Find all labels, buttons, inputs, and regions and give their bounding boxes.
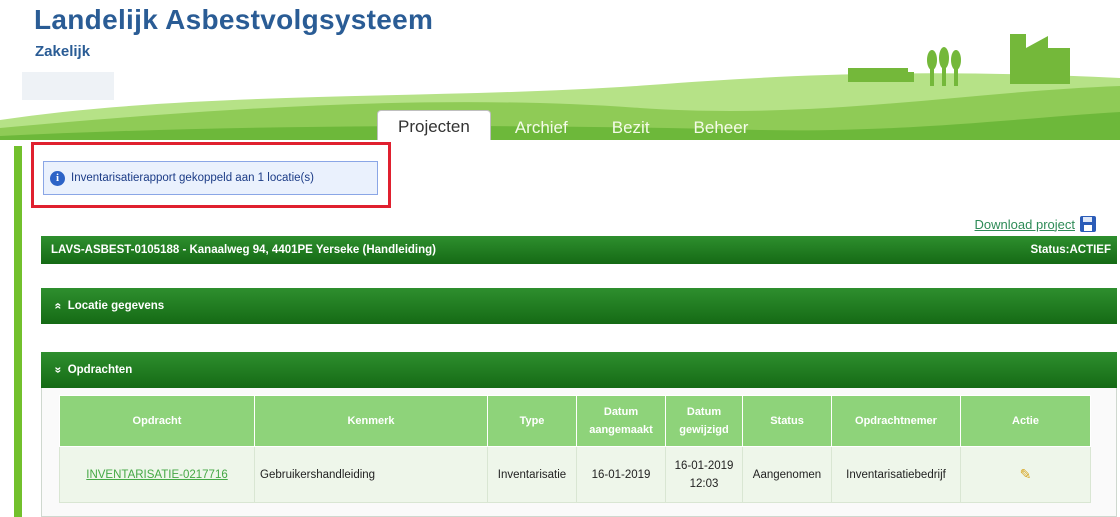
- status-cell: Aangenomen: [742, 446, 832, 503]
- tab-bezit[interactable]: Bezit: [592, 112, 670, 140]
- column-header-opdracht: Opdracht: [59, 395, 255, 447]
- column-header-kenmerk: Kenmerk: [254, 395, 488, 447]
- app-subtitle: Zakelijk: [35, 43, 91, 60]
- section-locatie-label: Locatie gegevens: [67, 300, 165, 312]
- datum-gewijzigd-cell: 16-01-2019 12:03: [665, 446, 743, 503]
- opdrachtnemer-cell: Inventarisatiebedrijf: [831, 446, 961, 503]
- column-header-datum-aangemaakt: Datum aangemaakt: [576, 395, 666, 447]
- content-left-border: [14, 146, 22, 517]
- project-status: Status:ACTIEF: [1030, 244, 1112, 256]
- column-header-actie: Actie: [960, 395, 1091, 447]
- download-project: Download project: [975, 216, 1096, 232]
- chevron-up-icon: «: [51, 302, 66, 310]
- chevron-down-icon: »: [51, 366, 66, 374]
- floppy-disk-icon[interactable]: [1080, 216, 1096, 232]
- info-message: i Inventarisatierapport gekoppeld aan 1 …: [43, 161, 378, 195]
- column-header-datum-gewijzigd: Datum gewijzigd: [665, 395, 743, 447]
- app-title: Landelijk Asbestvolgsysteem: [34, 4, 434, 35]
- kenmerk-cell: Gebruikershandleiding: [254, 446, 488, 503]
- tab-projecten[interactable]: Projecten: [377, 110, 491, 140]
- table-row: INVENTARISATIE-0217716 Gebruikershandlei…: [59, 446, 1091, 503]
- main-tabs: Projecten Archief Bezit Beheer: [377, 110, 769, 140]
- project-title: LAVS-ASBEST-0105188 - Kanaalweg 94, 4401…: [51, 244, 436, 256]
- table-header-row: Opdracht Kenmerk Type Datum aangemaakt D…: [59, 395, 1091, 447]
- column-header-type: Type: [487, 395, 577, 447]
- section-opdrachten-label: Opdrachten: [67, 364, 133, 376]
- main-content: i Inventarisatierapport gekoppeld aan 1 …: [22, 142, 1120, 517]
- info-message-text: Inventarisatierapport gekoppeld aan 1 lo…: [71, 172, 314, 184]
- tab-archief[interactable]: Archief: [495, 112, 588, 140]
- section-opdrachten[interactable]: » Opdrachten: [41, 352, 1117, 388]
- section-locatie-gegevens[interactable]: « Locatie gegevens: [41, 288, 1117, 324]
- column-header-status: Status: [742, 395, 832, 447]
- column-header-opdrachtnemer: Opdrachtnemer: [831, 395, 961, 447]
- actie-cell: ✎: [960, 446, 1091, 503]
- download-project-link[interactable]: Download project: [975, 217, 1075, 232]
- project-header-bar: LAVS-ASBEST-0105188 - Kanaalweg 94, 4401…: [41, 236, 1117, 264]
- tab-beheer[interactable]: Beheer: [674, 112, 769, 140]
- info-icon: i: [50, 170, 65, 186]
- type-cell: Inventarisatie: [487, 446, 577, 503]
- opdracht-link[interactable]: INVENTARISATIE-0217716: [59, 446, 255, 503]
- opdrachten-table: Opdracht Kenmerk Type Datum aangemaakt D…: [59, 395, 1091, 503]
- header: Landelijk Asbestvolgsysteem Zakelijk Pro…: [0, 0, 1120, 140]
- pencil-icon[interactable]: ✎: [1020, 466, 1032, 482]
- datum-aangemaakt-cell: 16-01-2019: [576, 446, 666, 503]
